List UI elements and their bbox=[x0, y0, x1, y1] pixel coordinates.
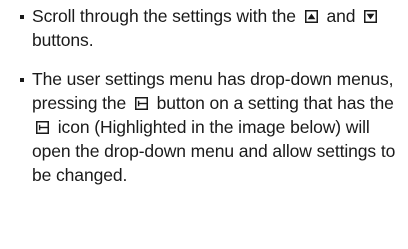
instruction-text: icon (Highlighted in the image below) wi… bbox=[32, 117, 396, 185]
scroll-down-button-icon bbox=[364, 10, 378, 23]
drop-down-button-icon bbox=[36, 121, 49, 134]
instruction-text: and bbox=[326, 6, 356, 26]
bullet bbox=[20, 15, 24, 19]
bullet bbox=[20, 78, 24, 82]
instruction-text: button on a setting that has the bbox=[156, 93, 394, 113]
instruction-text: Scroll through the settings with the bbox=[32, 6, 296, 26]
scroll-up-button-icon bbox=[304, 10, 318, 23]
instruction-text: buttons. bbox=[32, 30, 94, 50]
instruction-list: Scroll through the settings with the and… bbox=[20, 4, 405, 187]
instruction-dropdown: The user settings menu has drop-down men… bbox=[20, 67, 405, 187]
drop-down-button-icon bbox=[134, 97, 148, 110]
instruction-scroll: Scroll through the settings with the and… bbox=[20, 4, 405, 52]
